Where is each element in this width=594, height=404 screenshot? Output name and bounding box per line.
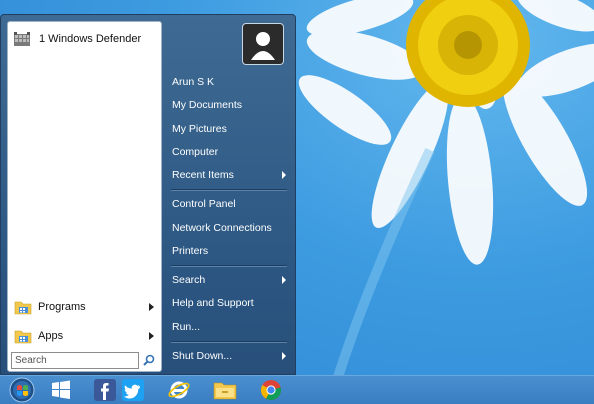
chrome-icon [261,380,282,401]
help-and-support-link[interactable]: Help and Support [168,293,292,313]
internet-explorer-icon [168,381,190,399]
folder-icon [14,328,32,344]
menu-separator [171,265,287,267]
windows-store-icon [52,380,70,399]
network-connections-link[interactable]: Network Connections [168,218,292,238]
file-explorer-icon [213,382,237,400]
folder-icon [14,299,32,315]
control-panel-link[interactable]: Control Panel [168,194,292,214]
run-link[interactable]: Run... [168,317,292,337]
computer-link[interactable]: Computer [168,142,292,162]
taskbar [0,375,594,404]
search-menu-label: Search [172,274,206,286]
facebook-icon [94,379,116,401]
chevron-right-icon [282,352,286,360]
user-avatar[interactable] [242,23,284,65]
chevron-right-icon [149,332,154,340]
chevron-right-icon [282,276,286,284]
search-input[interactable] [11,352,139,369]
windows-store-button[interactable] [44,377,78,403]
windows-defender-icon [13,31,31,47]
internet-explorer-button[interactable] [162,377,196,403]
printers-link[interactable]: Printers [168,241,292,261]
file-explorer-button[interactable] [208,377,242,403]
pinned-item-windows-defender[interactable]: 1 Windows Defender [11,28,157,50]
menu-separator [171,341,287,343]
search-menu[interactable]: Search [168,270,292,290]
programs-menu-item[interactable]: Programs [11,296,158,318]
pinned-item-label: 1 Windows Defender [39,33,142,45]
recent-items-menu[interactable]: Recent Items [168,165,292,185]
start-menu-left-pane: 1 Windows Defender Programs Apps Search [7,21,162,372]
my-pictures-link[interactable]: My Pictures [168,119,292,139]
my-documents-link[interactable]: My Documents [168,95,292,115]
start-orb-icon [9,377,35,403]
chrome-button[interactable] [254,377,288,403]
recent-items-label: Recent Items [172,169,234,181]
shut-down-label: Shut Down... [172,350,233,362]
user-name-link[interactable]: Arun S K [168,72,292,92]
user-avatar-icon [243,24,283,64]
start-button[interactable] [4,377,40,403]
menu-separator [171,189,287,191]
chevron-right-icon [282,171,286,179]
apps-menu-item[interactable]: Apps [11,325,158,347]
apps-label: Apps [38,330,64,342]
shut-down-button[interactable]: Shut Down... [168,346,292,366]
magnifier-icon[interactable] [143,354,155,366]
twitter-button[interactable] [116,377,150,403]
twitter-icon [122,379,144,401]
programs-label: Programs [38,301,86,313]
start-menu: 1 Windows Defender Programs Apps Search … [0,14,296,375]
chevron-right-icon [149,303,154,311]
